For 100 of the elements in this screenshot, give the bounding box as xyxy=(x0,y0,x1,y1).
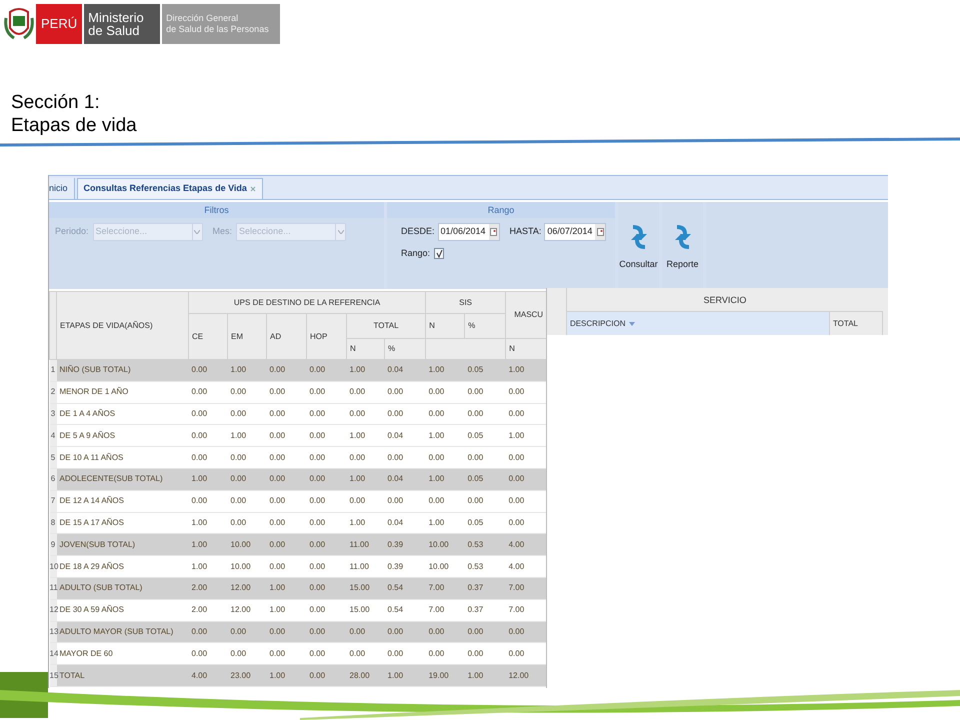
table-cell: JOVEN(SUB TOTAL) xyxy=(56,534,188,556)
table-cell: 12.00 xyxy=(506,664,547,686)
column-header[interactable]: N xyxy=(346,338,384,360)
table-cell: 1.00 xyxy=(188,512,228,534)
table-cell: 0.00 xyxy=(266,360,306,382)
table-cell: 11.00 xyxy=(346,534,384,556)
checkbox[interactable] xyxy=(434,248,444,260)
table-cell: 0.00 xyxy=(464,642,506,665)
table-cell: 4.00 xyxy=(506,556,547,578)
column-header[interactable]: % xyxy=(464,314,506,338)
column-header[interactable]: HOP xyxy=(306,314,346,360)
row-number: 10 xyxy=(50,556,56,578)
table-cell: 0.00 xyxy=(188,424,228,447)
toolbar-button[interactable]: Reporte xyxy=(662,202,703,289)
table-cell: TOTAL xyxy=(56,664,188,686)
table-cell: MAYOR DE 60 xyxy=(56,642,188,665)
table-cell: 7.00 xyxy=(426,599,465,622)
table-cell: 28.00 xyxy=(346,664,384,686)
table-cell: 1.00 xyxy=(384,664,426,686)
table-cell: 0.04 xyxy=(384,468,426,490)
tab[interactable]: Consultas Referencias Etapas de Vida xyxy=(76,178,263,199)
table-cell: 0.00 xyxy=(266,468,306,490)
toolbar-button[interactable]: Consultar xyxy=(618,202,659,289)
column-header: SERVICIO xyxy=(566,288,884,312)
close-icon[interactable] xyxy=(250,186,256,192)
table-cell: 0.00 xyxy=(228,642,266,665)
table-cell: 1.00 xyxy=(346,424,384,447)
table-cell: 0.00 xyxy=(426,381,465,404)
table-cell: 7.00 xyxy=(426,577,465,600)
date-field[interactable]: 06/07/2014 xyxy=(544,223,606,241)
table-cell: 0.00 xyxy=(188,403,228,425)
table-cell: 0.54 xyxy=(384,577,426,600)
table-cell: 0.00 xyxy=(188,642,228,665)
table-cell: 0.00 xyxy=(266,403,306,425)
table-cell: ADULTO MAYOR (SUB TOTAL) xyxy=(56,621,188,643)
table-cell: 0.00 xyxy=(306,577,346,600)
table-cell: 0.00 xyxy=(228,381,266,404)
table-cell: 0.00 xyxy=(306,403,346,425)
column-header[interactable]: DESCRIPCION xyxy=(566,312,830,335)
calendar-icon[interactable] xyxy=(596,228,604,236)
column-header[interactable]: TOTAL xyxy=(830,312,884,335)
refresh-arrows-icon xyxy=(628,222,648,252)
table-cell: 10.00 xyxy=(426,534,465,556)
column-header[interactable]: % xyxy=(384,338,426,360)
table-cell: 0.39 xyxy=(384,534,426,556)
table-cell: 12.00 xyxy=(228,599,266,622)
country-label: PERÚ xyxy=(36,4,82,44)
ministry-label: Ministerio de Salud xyxy=(84,4,160,44)
date-field[interactable]: 01/06/2014 xyxy=(438,223,500,241)
slide-subtitle: Etapas de vida xyxy=(11,114,138,137)
column-header[interactable]: UPS DE DESTINO DE LA REFERENCIA xyxy=(188,292,426,314)
table-cell: 1.00 xyxy=(188,534,228,556)
table-cell: 1.00 xyxy=(346,468,384,490)
table-cell: DE 10 A 11 AÑOS xyxy=(56,446,188,468)
column-header[interactable]: AD xyxy=(266,314,306,360)
table-cell: 0.00 xyxy=(306,381,346,404)
column-header[interactable]: MASCU xyxy=(506,292,547,338)
table-cell: 0.00 xyxy=(384,642,426,665)
table-cell: 1.00 xyxy=(426,468,465,490)
table-cell: 0.00 xyxy=(266,446,306,468)
panel-title: Filtros xyxy=(49,202,384,218)
table-cell: 1.00 xyxy=(266,577,306,600)
calendar-icon[interactable] xyxy=(490,228,498,236)
table-cell: 0.00 xyxy=(346,381,384,404)
table-cell: 0.00 xyxy=(306,642,346,665)
table-cell: 0.00 xyxy=(346,446,384,468)
field-label: Periodo: xyxy=(55,225,89,238)
table-cell: 0.00 xyxy=(266,621,306,643)
table-cell: 0.00 xyxy=(464,621,506,643)
table-cell: 1.00 xyxy=(188,556,228,578)
row-number: 5 xyxy=(50,446,56,468)
table-cell: 0.00 xyxy=(506,446,547,468)
table-cell: 0.39 xyxy=(384,556,426,578)
table-cell: 0.00 xyxy=(506,381,547,404)
sort-descending-icon xyxy=(628,322,634,326)
row-number: 1 xyxy=(50,360,56,382)
table-cell: 0.00 xyxy=(426,490,465,512)
column-header[interactable]: EM xyxy=(228,314,266,360)
table-cell: 0.37 xyxy=(464,577,506,600)
table-cell: 0.00 xyxy=(506,468,547,490)
column-header[interactable]: TOTAL xyxy=(346,314,426,338)
column-header[interactable]: CE xyxy=(188,314,228,360)
table-cell: 0.53 xyxy=(464,556,506,578)
table-cell: 0.05 xyxy=(464,424,506,447)
column-header[interactable]: N xyxy=(506,338,547,360)
table-cell: 0.00 xyxy=(228,512,266,534)
table-cell: 0.00 xyxy=(266,512,306,534)
table-cell: 23.00 xyxy=(228,664,266,686)
column-header[interactable]: ETAPAS DE VIDA(AÑOS) xyxy=(56,292,188,360)
table-cell: 1.00 xyxy=(266,664,306,686)
table-cell: 0.00 xyxy=(426,642,465,665)
tab[interactable]: nicio xyxy=(49,178,75,199)
row-number: 6 xyxy=(50,468,56,490)
column-header[interactable]: SIS xyxy=(426,292,506,314)
column-header[interactable]: N xyxy=(426,314,465,338)
table-cell: 0.05 xyxy=(464,360,506,382)
table-cell: 7.00 xyxy=(506,577,547,600)
table-cell: DE 18 A 29 AÑOS xyxy=(56,556,188,578)
table-cell: 1.00 xyxy=(506,360,547,382)
table-cell: 10.00 xyxy=(228,534,266,556)
